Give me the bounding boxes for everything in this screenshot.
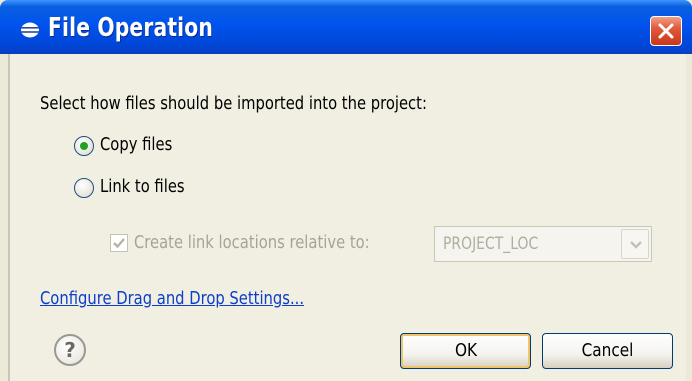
create-relative-checkbox[interactable]: [110, 234, 128, 252]
link-to-files-label[interactable]: Link to files: [100, 176, 185, 197]
create-relative-label: Create link locations relative to:: [134, 232, 370, 253]
window-title: File Operation: [48, 13, 213, 43]
copy-files-radio[interactable]: [74, 136, 94, 156]
eclipse-icon: [20, 22, 40, 38]
close-icon: [658, 23, 674, 39]
link-to-files-radio[interactable]: [74, 178, 94, 198]
ok-button[interactable]: OK: [400, 333, 531, 369]
dialog-body: Select how files should be imported into…: [8, 54, 686, 381]
combo-value: PROJECT_LOC: [443, 234, 539, 254]
relative-location-combo[interactable]: PROJECT_LOC: [434, 226, 652, 262]
combo-dropdown-button[interactable]: [621, 229, 649, 259]
configure-drag-drop-link[interactable]: Configure Drag and Drop Settings...: [40, 288, 304, 309]
prompt-label: Select how files should be imported into…: [40, 93, 427, 114]
help-icon[interactable]: ?: [54, 334, 86, 366]
close-button[interactable]: [650, 16, 682, 46]
dialog-content: Select how files should be imported into…: [8, 54, 692, 381]
ok-label: OK: [454, 340, 477, 361]
cancel-button[interactable]: Cancel: [542, 333, 673, 369]
title-bar[interactable]: File Operation: [0, 0, 692, 54]
copy-files-label[interactable]: Copy files: [100, 134, 172, 155]
cancel-label: Cancel: [581, 340, 634, 361]
file-operation-dialog: File Operation Select how files should b…: [0, 0, 692, 381]
chevron-down-icon: [630, 241, 642, 249]
checkmark-icon: [113, 238, 125, 249]
